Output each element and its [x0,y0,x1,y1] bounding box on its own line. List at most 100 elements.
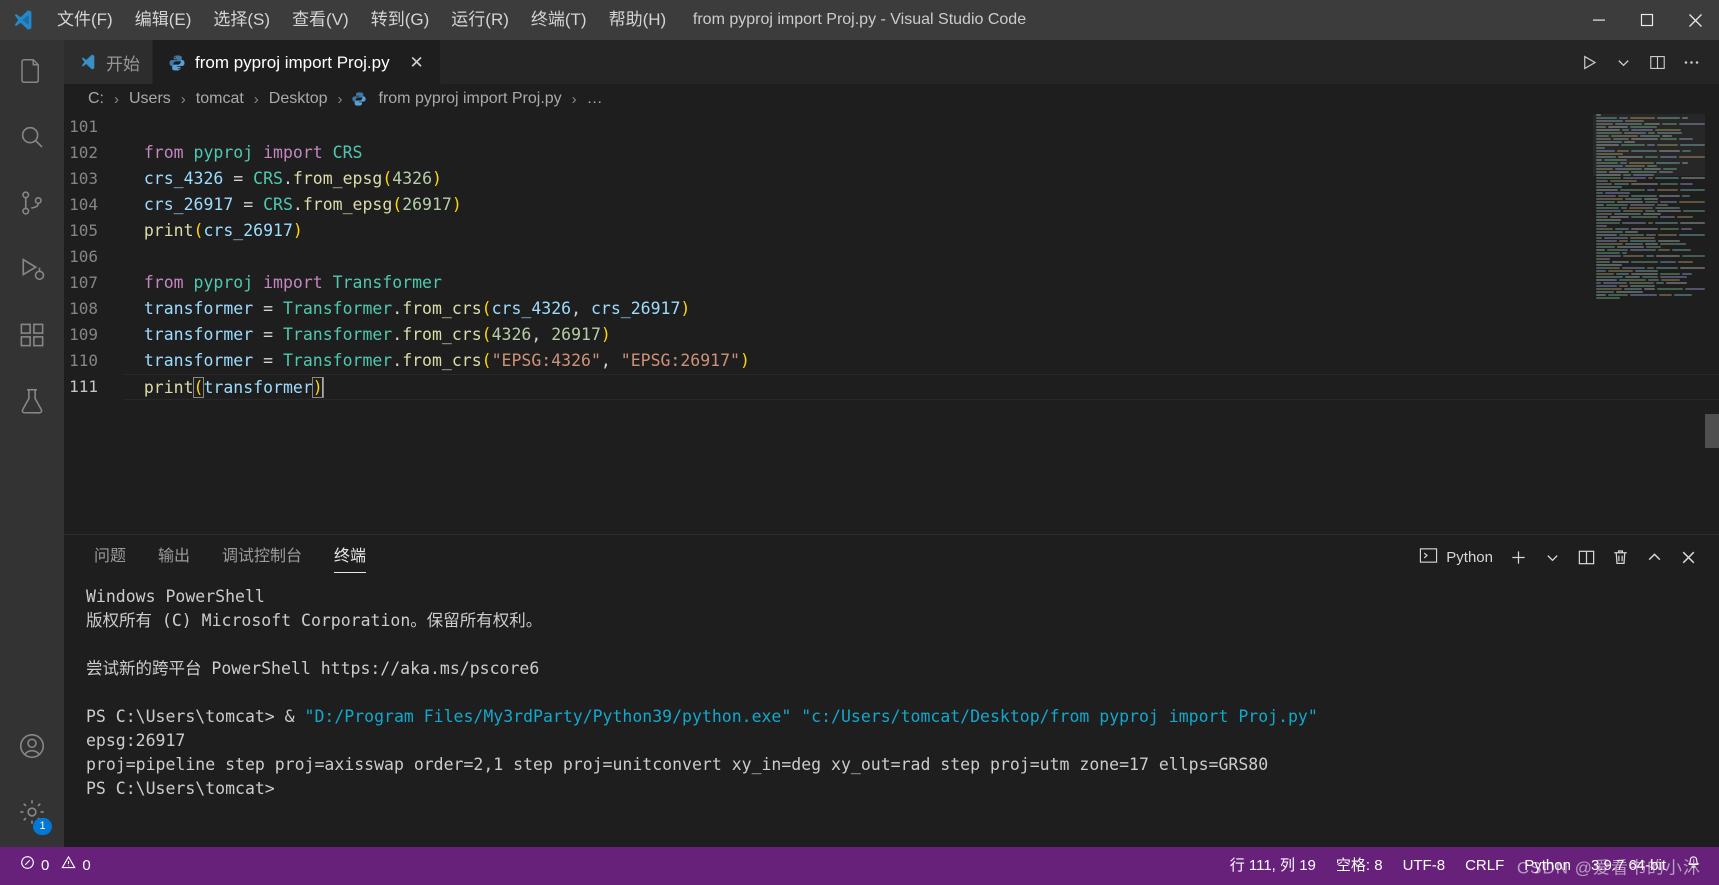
more-actions-button[interactable] [1675,46,1707,78]
activity-testing[interactable] [0,370,64,436]
code-line[interactable]: 103 crs_4326 = CRS.from_epsg(4326) [64,166,1719,192]
terminal-text: Windows PowerShell [86,587,265,606]
code-token: ( [382,169,393,188]
code-token: transformer [203,378,313,397]
breadcrumb: C: › Users › tomcat › Desktop › from pyp… [64,84,1719,114]
run-python-file-button[interactable] [1573,46,1605,78]
code-token: pyproj [193,273,264,292]
activity-extensions[interactable] [0,304,64,370]
breadcrumb-item-symbol[interactable]: … [585,90,605,108]
menu-help[interactable]: 帮助(H) [598,0,678,40]
code-token: ( [481,325,492,344]
breadcrumb-item-users[interactable]: Users [127,90,173,108]
status-eol[interactable]: CRLF [1455,847,1514,885]
close-panel-button[interactable] [1673,542,1703,572]
menu-file[interactable]: 文件(F) [46,0,124,40]
activity-explorer[interactable] [0,40,64,106]
account-icon [17,731,47,766]
menu-terminal[interactable]: 终端(T) [520,0,598,40]
panel-tab-problems[interactable]: 问题 [94,535,126,579]
menu-edit[interactable]: 编辑(E) [124,0,203,40]
terminal-text: PS C:\Users\tomcat> [86,779,275,798]
code-line[interactable]: 101 [64,114,1719,140]
tab-close-icon[interactable]: ✕ [406,52,428,74]
code-token: ) [451,195,462,214]
menu-run[interactable]: 运行(R) [440,0,520,40]
tab-welcome[interactable]: 开始 [64,40,153,84]
code-token: crs_4326 [491,299,572,318]
new-terminal-button[interactable] [1503,542,1533,572]
terminal-output[interactable]: Windows PowerShell 版权所有 (C) Microsoft Cor… [64,579,1719,847]
breadcrumb-item-file[interactable]: from pyproj import Proj.py [377,90,564,108]
code-line[interactable]: 110 transformer = Transformer.from_crs("… [64,348,1719,374]
run-options-chevron-down-icon[interactable] [1607,46,1639,78]
terminal-line: PS C:\Users\tomcat> [86,777,1719,801]
code-token: print [143,221,194,240]
activity-settings[interactable]: 1 [0,781,64,847]
code-line[interactable]: 104 crs_26917 = CRS.from_epsg(26917) [64,192,1719,218]
code-token: "EPSG:4326" [491,351,601,370]
code-line[interactable]: 111 print(transformer) [64,374,1719,400]
breadcrumb-item-desktop[interactable]: Desktop [267,90,330,108]
activity-run-debug[interactable] [0,238,64,304]
code-line[interactable]: 106 [64,244,1719,270]
code-line[interactable]: 109 transformer = Transformer.from_crs(4… [64,322,1719,348]
code-token: from_crs [402,351,482,370]
code-token: Transformer [282,325,393,344]
code-token: 26917 [551,325,601,344]
split-editor-button[interactable] [1641,46,1673,78]
code-editor[interactable]: 101 102 from pyproj import CRS 103 crs_432… [64,114,1719,534]
breadcrumb-item-drive[interactable]: C: [86,90,106,108]
bottom-panel: 问题 输出 调试控制台 终端 Python Windows PowerShell… [64,534,1719,847]
code-token: from [143,273,194,292]
split-terminal-button[interactable] [1571,542,1601,572]
source-control-icon [17,188,47,223]
code-line[interactable]: 102 from pyproj import CRS [64,140,1719,166]
status-bar: 0 0 行 111, 列 19 空格: 8 UTF-8 CRLF Python … [0,847,1719,885]
status-bar-left: 0 0 [0,847,101,885]
code-token: import [263,273,333,292]
menu-view[interactable]: 查看(V) [281,0,360,40]
activity-search[interactable] [0,106,64,172]
line-number: 106 [69,247,98,266]
code-token: Transformer [282,299,393,318]
status-indentation[interactable]: 空格: 8 [1326,847,1393,885]
terminal-selector[interactable]: Python [1419,546,1493,569]
activity-account[interactable] [0,715,64,781]
code-token: = [223,169,254,188]
code-token: transformer [143,351,254,370]
panel-tab-output[interactable]: 输出 [158,535,190,579]
line-number: 105 [69,221,98,240]
kill-terminal-button[interactable] [1605,542,1635,572]
code-line[interactable]: 105 print(crs_26917) [64,218,1719,244]
code-line[interactable]: 108 transformer = Transformer.from_crs(c… [64,296,1719,322]
tab-from-pyproj-import-proj-py[interactable]: from pyproj import Proj.py ✕ [153,40,441,85]
code-token: Transformer [332,273,442,292]
maximize-button[interactable] [1623,0,1671,40]
warning-count: 0 [82,857,91,874]
status-cursor-position[interactable]: 行 111, 列 19 [1220,847,1326,885]
activity-source-control[interactable] [0,172,64,238]
code-token: ( [481,351,492,370]
line-content: transformer = Transformer.from_crs(4326,… [124,322,1719,348]
status-problems[interactable]: 0 0 [10,847,101,885]
editor-scrollbar-thumb[interactable] [1705,414,1719,448]
error-icon [20,847,35,885]
menu-selection[interactable]: 选择(S) [202,0,281,40]
panel-tab-debug-console[interactable]: 调试控制台 [222,535,302,579]
code-line[interactable]: 107 from pyproj import Transformer [64,270,1719,296]
editor-scrollbar[interactable] [1705,114,1719,534]
code-token: crs_26917 [590,299,681,318]
status-encoding[interactable]: UTF-8 [1393,847,1456,885]
breadcrumb-item-tomcat[interactable]: tomcat [194,90,246,108]
menu-go[interactable]: 转到(G) [360,0,441,40]
minimize-button[interactable] [1575,0,1623,40]
panel-tab-terminal[interactable]: 终端 [334,535,367,579]
close-button[interactable] [1671,0,1719,40]
code-token: crs_26917 [143,195,234,214]
maximize-panel-button[interactable] [1639,542,1669,572]
code-token: ) [432,169,442,188]
breadcrumb-separator-icon: › [253,90,259,108]
terminal-profile-chevron-down-icon[interactable] [1537,542,1567,572]
